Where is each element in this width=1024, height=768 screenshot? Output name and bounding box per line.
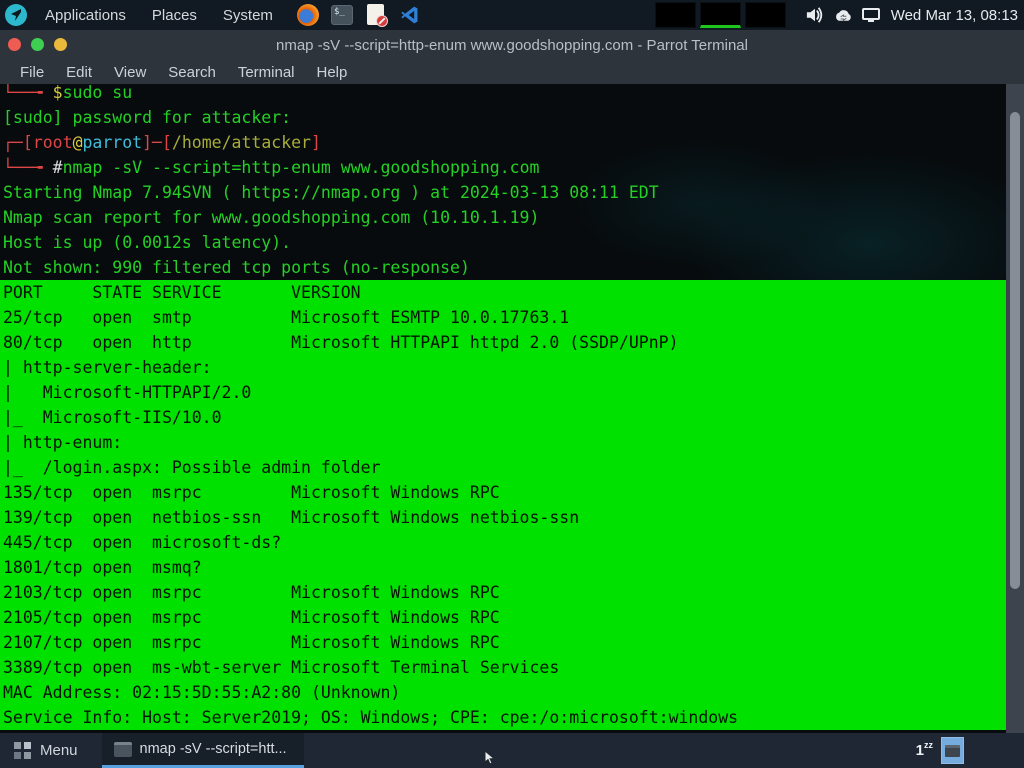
pager-icon[interactable]: 1 zz [916,742,933,759]
panel-launchers: $_ [297,4,421,26]
menu-item-help[interactable]: Help [307,63,358,82]
panel-menu-places[interactable]: Places [142,3,207,28]
terminal-line: ┌─[root@parrot]─[/home/attacker] [0,130,1006,155]
terminal-line: └──╼ $sudo su [0,84,1006,105]
menu-item-edit[interactable]: Edit [56,63,102,82]
firefox-icon[interactable] [297,4,319,26]
terminal-line-selected: 445/tcp open microsoft-ds? [0,530,1006,555]
window-controls [0,38,67,51]
terminal-line-selected: |_ Microsoft-IIS/10.0 [0,405,1006,430]
panel-menus: ApplicationsPlacesSystem [35,3,283,28]
terminal-line-selected: | http-enum: [0,430,1006,455]
terminal-titlebar[interactable]: nmap -sV --script=http-enum www.goodshop… [0,30,1024,60]
terminal-icon[interactable]: $_ [331,4,353,26]
panel-menu-applications[interactable]: Applications [35,3,136,28]
vscode-icon[interactable] [399,4,421,26]
terminal-body[interactable]: └──╼ $sudo su[sudo] password for attacke… [0,84,1024,733]
taskbar-task-terminal[interactable]: nmap -sV --script=htt... [102,733,304,768]
terminal-line-selected: 25/tcp open smtp Microsoft ESMTP 10.0.17… [0,305,1006,330]
workspace-preview-window [945,745,960,757]
terminal-line-selected: Service Info: Host: Server2019; OS: Wind… [0,705,1006,730]
terminal-line-selected: 3389/tcp open ms-wbt-server Microsoft Te… [0,655,1006,680]
volume-icon[interactable] [805,6,825,24]
terminal-line-selected: PORT STATE SERVICE VERSION [0,280,1006,305]
menu-item-file[interactable]: File [10,63,54,82]
task-terminal-icon [114,742,132,757]
terminal-output: └──╼ $sudo su[sudo] password for attacke… [0,84,1006,730]
panel-right: Wed Mar 13, 08:13 [655,2,1024,28]
scrollbar-thumb[interactable] [1010,112,1020,589]
mouse-cursor [483,750,497,766]
terminal-line-selected: 1801/tcp open msmq? [0,555,1006,580]
pager-number: 1 [916,742,924,759]
menu-grid-icon [14,742,31,759]
panel-menu-system[interactable]: System [213,3,283,28]
workspace-2[interactable] [700,2,741,28]
workspace-1[interactable] [655,2,696,28]
terminal-menubar: FileEditViewSearchTerminalHelp [0,60,1024,84]
terminal-line: [sudo] password for attacker: [0,105,1006,130]
terminal-line-selected: 2103/tcp open msrpc Microsoft Windows RP… [0,580,1006,605]
terminal-line-selected: MAC Address: 02:15:5D:55:A2:80 (Unknown) [0,680,1006,705]
menu-item-view[interactable]: View [104,63,156,82]
terminal-line-selected: | Microsoft-HTTPAPI/2.0 [0,380,1006,405]
panel-clock[interactable]: Wed Mar 13, 08:13 [889,7,1018,24]
terminal-line: Starting Nmap 7.94SVN ( https://nmap.org… [0,180,1006,205]
terminal-line-selected: 139/tcp open netbios-ssn Microsoft Windo… [0,505,1006,530]
window-title: nmap -sV --script=http-enum www.goodshop… [0,37,1024,54]
pager-zz: zz [924,740,933,750]
cloud-icon[interactable] [834,8,853,22]
taskbar-menu-label: Menu [40,742,78,759]
workspace-preview[interactable] [941,737,964,764]
terminal-line: Host is up (0.0012s latency). [0,230,1006,255]
text-editor-icon[interactable] [365,4,387,26]
parrot-menu-icon[interactable] [5,4,27,26]
terminal-line-selected: | http-server-header: [0,355,1006,380]
top-panel: ApplicationsPlacesSystem $_ Wed Mar 13, … [0,0,1024,30]
terminal-line: Nmap scan report for www.goodshopping.co… [0,205,1006,230]
terminal-line-selected: |_ /login.aspx: Possible admin folder [0,455,1006,480]
terminal-line-selected: 2105/tcp open msrpc Microsoft Windows RP… [0,605,1006,630]
terminal-line-selected: 80/tcp open http Microsoft HTTPAPI httpd… [0,330,1006,355]
workspace-3[interactable] [745,2,786,28]
display-icon[interactable] [862,8,880,22]
terminal-scrollbar[interactable] [1006,84,1024,733]
close-button[interactable] [8,38,21,51]
taskbar-right: 1 zz [916,737,1024,764]
taskbar-menu-button[interactable]: Menu [0,733,92,768]
menu-item-terminal[interactable]: Terminal [228,63,305,82]
terminal-line-selected: 2107/tcp open msrpc Microsoft Windows RP… [0,630,1006,655]
taskbar: Menu nmap -sV --script=htt... 1 zz [0,733,1024,768]
terminal-line: Not shown: 990 filtered tcp ports (no-re… [0,255,1006,280]
terminal-line: └──╼ #nmap -sV --script=http-enum www.go… [0,155,1006,180]
terminal-line-selected: 135/tcp open msrpc Microsoft Windows RPC [0,480,1006,505]
maximize-button[interactable] [31,38,44,51]
task-label: nmap -sV --script=htt... [140,741,287,757]
minimize-button[interactable] [54,38,67,51]
menu-item-search[interactable]: Search [158,63,226,82]
workspace-switcher [655,2,786,28]
